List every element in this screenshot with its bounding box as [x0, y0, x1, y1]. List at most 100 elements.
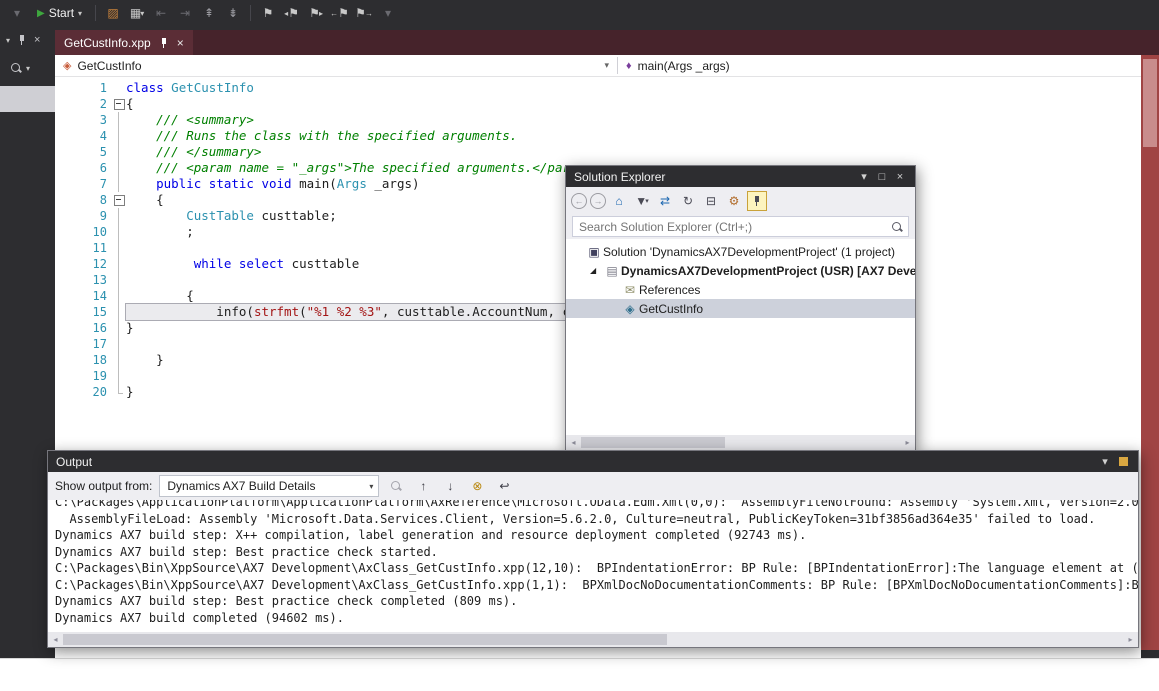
main-toolbar: ▾ ▶ Start ▾ ▨ ▦▾ ⇤ ⇥ ⇞ ⇟ ⚑ ◂⚑ ⚑▸ ←⚑ ⚑→ ▾: [0, 0, 1159, 26]
output-titlebar[interactable]: Output ▾: [48, 451, 1138, 472]
scrollbar-thumb[interactable]: [63, 634, 667, 645]
member-dropdown[interactable]: ♦ main(Args _args): [618, 55, 1141, 76]
close-icon[interactable]: ×: [34, 34, 40, 46]
start-dropdown-icon[interactable]: ▾: [78, 9, 82, 18]
output-horizontal-scrollbar[interactable]: ◂ ▸: [48, 632, 1138, 647]
refresh-icon[interactable]: ↻: [678, 191, 698, 211]
indent-increase-icon[interactable]: ⇥: [174, 3, 196, 23]
window-position-icon[interactable]: ▾: [6, 36, 10, 45]
search-input[interactable]: [572, 216, 909, 237]
document-tab-bar: GetCustInfo.xpp ×: [55, 30, 1159, 55]
code-line[interactable]: 1class GetCustInfo: [55, 80, 1141, 96]
find-message-icon[interactable]: [386, 476, 406, 496]
scrollbar-thumb[interactable]: [1143, 59, 1157, 147]
prev-bookmark-folder-icon[interactable]: ←⚑: [329, 3, 351, 23]
code-text: while select custtable: [126, 256, 359, 272]
next-bookmark-folder-icon[interactable]: ⚑→: [353, 3, 375, 23]
left-pane-header: ▾ ×: [0, 26, 55, 46]
output-line: C:\Packages\Bin\XppSource\AX7 Developmen…: [55, 577, 1138, 594]
preview-pin-icon[interactable]: [747, 191, 767, 211]
output-line: AssemblyFileLoad: Assembly 'Microsoft.Da…: [55, 511, 1138, 528]
outline-margin: [112, 208, 126, 224]
tree-item[interactable]: ◢▤DynamicsAX7DevelopmentProject (USR) [A…: [566, 261, 915, 280]
code-line[interactable]: 5 /// </summary>: [55, 144, 1141, 160]
line-number: 10: [55, 224, 112, 240]
word-wrap-icon[interactable]: ↩: [494, 476, 514, 496]
code-line[interactable]: 3 /// <summary>: [55, 112, 1141, 128]
solution-search-area: [566, 214, 915, 239]
scroll-right-icon[interactable]: ▸: [1123, 635, 1138, 644]
move-down-icon[interactable]: ⇟: [222, 3, 244, 23]
maximize-icon[interactable]: □: [873, 171, 891, 183]
tree-expander-icon[interactable]: ◢: [590, 266, 603, 275]
line-number: 2: [55, 96, 112, 112]
rail-search-button[interactable]: ▾: [10, 62, 55, 74]
line-number: 8: [55, 192, 112, 208]
class-icon: ◈: [621, 302, 639, 316]
scroll-left-icon[interactable]: ◂: [48, 635, 63, 644]
pin-tab-icon[interactable]: [159, 37, 169, 49]
scroll-right-icon[interactable]: ▸: [900, 438, 915, 447]
code-line[interactable]: 2{: [55, 96, 1141, 112]
move-up-icon[interactable]: ⇞: [198, 3, 220, 23]
solution-explorer-titlebar[interactable]: Solution Explorer ▾ □ ×: [566, 166, 915, 187]
editor-vertical-scrollbar[interactable]: [1141, 55, 1159, 650]
collapse-all-icon[interactable]: ⊟: [701, 191, 721, 211]
output-text[interactable]: C:\Packages\ApplicationPlatform\Applicat…: [48, 500, 1138, 632]
toggle-bookmark-icon[interactable]: ⚑: [257, 3, 279, 23]
collapsed-tool-tab[interactable]: [0, 86, 55, 112]
indent-decrease-icon[interactable]: ⇤: [150, 3, 172, 23]
outline-margin: [112, 288, 126, 304]
output-line: Dynamics AX7 build completed (94602 ms).: [55, 610, 1138, 627]
tree-item[interactable]: ▣Solution 'DynamicsAX7DevelopmentProject…: [566, 242, 915, 261]
outline-toggle-icon[interactable]: [112, 96, 126, 112]
deploy-icon[interactable]: ▨: [102, 3, 124, 23]
close-icon[interactable]: ×: [891, 171, 909, 183]
output-text-inner: C:\Packages\ApplicationPlatform\Applicat…: [55, 500, 1138, 626]
toolbar-separator: [95, 5, 96, 21]
tree-item[interactable]: ◈GetCustInfo: [566, 299, 915, 318]
scrollbar-track[interactable]: [581, 435, 900, 450]
next-bookmark-icon[interactable]: ⚑▸: [305, 3, 327, 23]
tree-item[interactable]: ✉References: [566, 280, 915, 299]
solution-tree[interactable]: ▣Solution 'DynamicsAX7DevelopmentProject…: [566, 239, 915, 435]
prev-bookmark-icon[interactable]: ◂⚑: [281, 3, 303, 23]
code-line[interactable]: 4 /// Runs the class with the specified …: [55, 128, 1141, 144]
window-grid-icon[interactable]: ▦▾: [126, 3, 148, 23]
start-button[interactable]: ▶ Start ▾: [30, 4, 89, 22]
tab-label: GetCustInfo.xpp: [64, 36, 151, 50]
forward-icon[interactable]: →: [590, 193, 606, 209]
search-icon[interactable]: [891, 221, 903, 233]
home-icon[interactable]: ⌂: [609, 191, 629, 211]
class-icon: ◈: [63, 59, 71, 72]
line-number: 11: [55, 240, 112, 256]
toolbar-overflow-icon[interactable]: ▾: [6, 3, 28, 23]
properties-wrench-icon[interactable]: ⚙: [724, 191, 744, 211]
scrollbar-thumb[interactable]: [581, 437, 725, 448]
solution-horizontal-scrollbar[interactable]: ◂ ▸: [566, 435, 915, 450]
line-number: 18: [55, 352, 112, 368]
outline-toggle-icon[interactable]: [112, 192, 126, 208]
toolbar-group-overflow-icon[interactable]: ▾: [377, 3, 399, 23]
window-position-icon[interactable]: ▾: [855, 170, 873, 183]
next-message-icon[interactable]: ↓: [440, 476, 460, 496]
line-number: 19: [55, 368, 112, 384]
filter-icon[interactable]: ▼▾: [632, 191, 652, 211]
scrollbar-track[interactable]: [63, 632, 1123, 647]
scroll-left-icon[interactable]: ◂: [566, 438, 581, 447]
tab-getcustinfo[interactable]: GetCustInfo.xpp ×: [55, 30, 193, 55]
output-source-select[interactable]: Dynamics AX7 Build Details ▾: [159, 475, 379, 497]
type-dropdown[interactable]: ◈ GetCustInfo ▾: [55, 55, 617, 76]
clear-all-icon[interactable]: ⊗: [467, 476, 487, 496]
sync-active-document-icon[interactable]: ⇄: [655, 191, 675, 211]
prev-message-icon[interactable]: ↑: [413, 476, 433, 496]
line-number: 14: [55, 288, 112, 304]
outline-margin: [112, 352, 126, 368]
auto-hide-pin-icon[interactable]: [17, 34, 27, 46]
window-position-icon[interactable]: ▾: [1096, 455, 1114, 468]
line-number: 7: [55, 176, 112, 192]
float-window-icon[interactable]: [1114, 457, 1132, 466]
close-tab-icon[interactable]: ×: [177, 36, 184, 50]
tree-item-label: References: [639, 283, 700, 297]
back-icon[interactable]: ←: [571, 193, 587, 209]
